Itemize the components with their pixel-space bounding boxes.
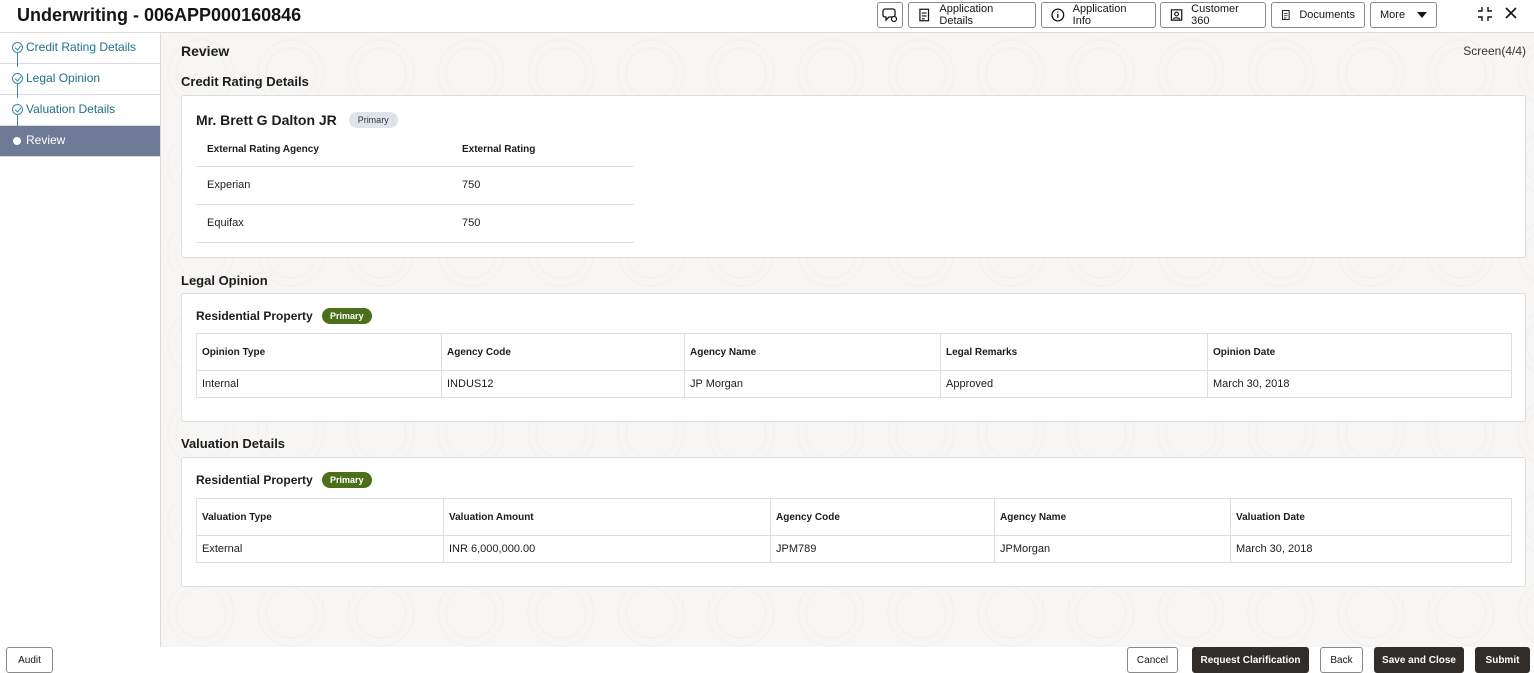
application-details-label: Application Details — [939, 3, 994, 27]
table-row: Equifax 750 — [196, 204, 634, 243]
sidebar-item-legal-opinion[interactable]: Legal Opinion — [0, 64, 160, 98]
chat-icon — [882, 8, 898, 23]
column-header: Agency Name — [684, 333, 941, 371]
user-card-icon — [1170, 9, 1183, 21]
table-cell: External — [196, 535, 444, 563]
audit-button[interactable]: Audit — [6, 647, 53, 673]
property-title: Residential Property Primary — [196, 308, 372, 324]
back-button[interactable]: Back — [1320, 647, 1363, 673]
application-info-label: Application Info — [1072, 3, 1127, 27]
cancel-button[interactable]: Cancel — [1127, 647, 1178, 673]
document-icon — [919, 8, 930, 22]
primary-badge: Primary — [322, 472, 372, 488]
save-and-close-button[interactable]: Save and Close — [1374, 647, 1464, 673]
sidebar-item-label: Valuation Details — [26, 102, 116, 116]
application-info-button[interactable]: Application Info — [1041, 2, 1156, 28]
page-title: Underwriting - 006APP000160846 — [17, 5, 302, 25]
column-header: Agency Code — [441, 333, 685, 371]
column-header: External Rating — [451, 134, 634, 167]
column-header: Legal Remarks — [940, 333, 1208, 371]
column-header: External Rating Agency — [196, 134, 451, 167]
sidebar-item-label: Legal Opinion — [26, 71, 101, 85]
sidebar-item-valuation-details[interactable]: Valuation Details — [0, 95, 160, 129]
property-title: Residential Property Primary — [196, 472, 372, 488]
sidebar-item-label: Review — [26, 133, 66, 147]
table-row: Internal INDUS12 JP Morgan Approved Marc… — [196, 370, 1512, 398]
column-header: Opinion Type — [196, 333, 442, 371]
valuation-table: Valuation Type Valuation Amount Agency C… — [196, 498, 1512, 563]
header-bar: Underwriting - 006APP000160846 Applicati… — [0, 0, 1534, 33]
sidebar-item-credit-rating-details[interactable]: Credit Rating Details — [0, 33, 160, 67]
current-step-dot-icon — [13, 137, 21, 145]
table-cell: March 30, 2018 — [1207, 370, 1512, 398]
caret-down-icon — [1417, 12, 1427, 18]
table-cell: JPMorgan — [994, 535, 1231, 563]
table-cell: INDUS12 — [441, 370, 685, 398]
check-circle-icon — [12, 73, 23, 84]
documents-icon — [1281, 10, 1290, 20]
column-header: Opinion Date — [1207, 333, 1512, 371]
column-header: Valuation Amount — [443, 498, 771, 536]
screen-counter: Screen(4/4) — [1463, 44, 1526, 58]
applicant-name: Mr. Brett G Dalton JR Primary — [196, 112, 398, 128]
primary-badge: Primary — [348, 112, 398, 128]
chat-button[interactable] — [877, 2, 903, 28]
collapse-icon[interactable] — [1476, 5, 1494, 28]
legal-opinion-table: Opinion Type Agency Code Agency Name Leg… — [196, 333, 1512, 398]
submit-button[interactable]: Submit — [1475, 647, 1530, 673]
credit-rating-table: External Rating Agency External Rating E… — [196, 134, 634, 243]
table-cell: Experian — [196, 166, 451, 205]
credit-rating-section-title: Credit Rating Details — [181, 74, 309, 89]
table-cell: Approved — [940, 370, 1208, 398]
column-header: Valuation Date — [1230, 498, 1512, 536]
check-circle-icon — [12, 42, 23, 53]
customer-360-label: Customer 360 — [1191, 3, 1239, 27]
close-icon[interactable] — [1503, 5, 1519, 26]
check-circle-icon — [12, 104, 23, 115]
applicant-name-text: Mr. Brett G Dalton JR — [196, 112, 337, 128]
request-clarification-button[interactable]: Request Clarification — [1192, 647, 1309, 673]
column-header: Agency Code — [770, 498, 995, 536]
column-header: Valuation Type — [196, 498, 444, 536]
valuation-card: Residential Property Primary Valuation T… — [181, 457, 1526, 587]
table-cell: JP Morgan — [684, 370, 941, 398]
customer-360-button[interactable]: Customer 360 — [1160, 2, 1266, 28]
table-header-row: Opinion Type Agency Code Agency Name Leg… — [196, 333, 1512, 371]
info-icon — [1051, 8, 1065, 22]
table-cell: JPM789 — [770, 535, 995, 563]
table-row: External INR 6,000,000.00 JPM789 JPMorga… — [196, 535, 1512, 563]
legal-opinion-section-title: Legal Opinion — [181, 273, 268, 288]
column-header: Agency Name — [994, 498, 1231, 536]
table-header-row: External Rating Agency External Rating — [196, 134, 634, 167]
documents-label: Documents — [1299, 9, 1355, 21]
credit-rating-card: Mr. Brett G Dalton JR Primary External R… — [181, 95, 1526, 258]
property-title-text: Residential Property — [196, 309, 313, 323]
sidebar-item-review[interactable]: Review — [0, 126, 160, 157]
review-panel: Review Screen(4/4) Credit Rating Details… — [161, 33, 1534, 647]
table-cell: 750 — [451, 166, 634, 205]
footer-bar: Audit Cancel Request Clarification Back … — [0, 647, 1534, 673]
primary-badge: Primary — [322, 308, 372, 324]
table-cell: Internal — [196, 370, 442, 398]
table-cell: INR 6,000,000.00 — [443, 535, 771, 563]
application-details-button[interactable]: Application Details — [908, 2, 1036, 28]
table-header-row: Valuation Type Valuation Amount Agency C… — [196, 498, 1512, 536]
table-row: Experian 750 — [196, 166, 634, 205]
valuation-section-title: Valuation Details — [181, 436, 286, 451]
table-cell: 750 — [451, 204, 634, 243]
sidebar-item-label: Credit Rating Details — [26, 40, 137, 54]
train-stop-sidebar: Credit Rating Details Legal Opinion Valu… — [0, 33, 161, 647]
more-dropdown[interactable]: More — [1370, 2, 1437, 28]
table-cell: Equifax — [196, 204, 451, 243]
table-cell: March 30, 2018 — [1230, 535, 1512, 563]
more-label: More — [1380, 9, 1406, 21]
legal-opinion-card: Residential Property Primary Opinion Typ… — [181, 293, 1526, 422]
review-title: Review — [181, 43, 230, 59]
property-title-text: Residential Property — [196, 473, 313, 487]
documents-button[interactable]: Documents — [1271, 2, 1365, 28]
